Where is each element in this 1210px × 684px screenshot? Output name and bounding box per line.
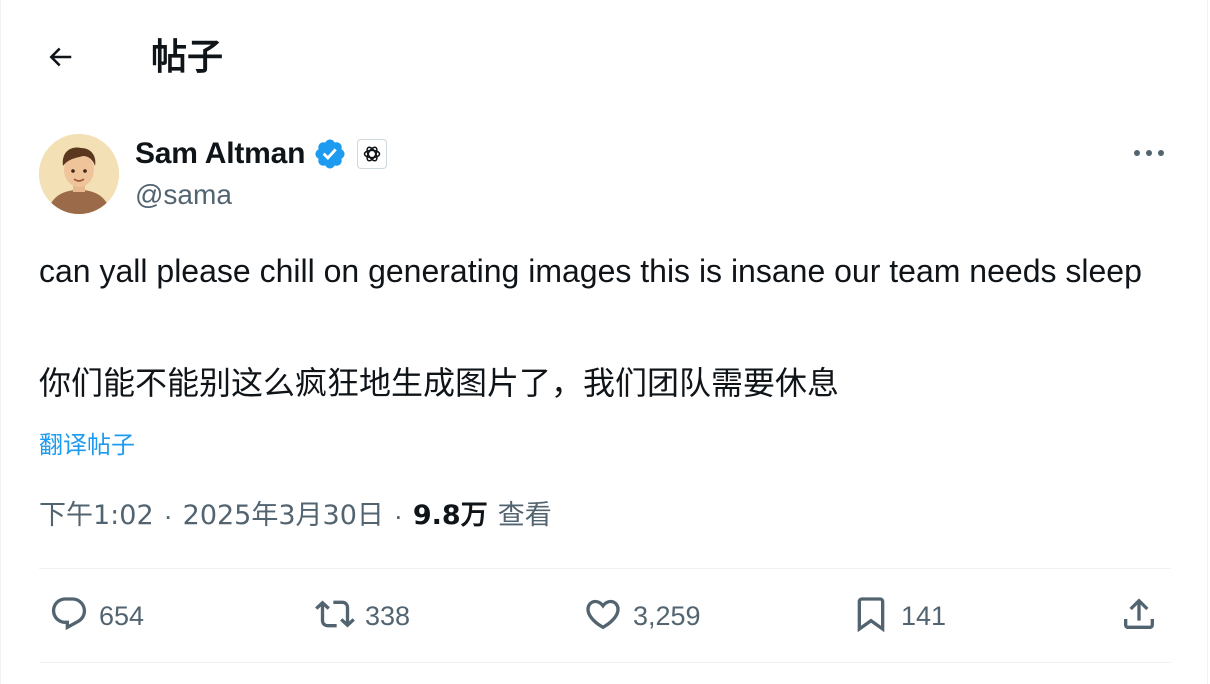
meta-separator: · (163, 501, 173, 531)
tweet-metadata: 下午1:02 · 2025年3月30日 · 9.8万 查看 (39, 496, 552, 536)
tweet-date[interactable]: 2025年3月30日 (183, 496, 384, 536)
retweet-count: 338 (365, 601, 411, 631)
retweet-button[interactable]: 338 (315, 594, 410, 638)
like-button[interactable]: 3,259 (583, 594, 701, 638)
reply-button[interactable]: 654 (49, 594, 144, 638)
bookmark-count: 141 (901, 601, 947, 631)
share-button[interactable] (1119, 594, 1159, 638)
more-options-button[interactable] (1129, 140, 1169, 168)
heart-icon (583, 594, 623, 639)
verified-badge-icon[interactable] (313, 137, 347, 171)
openai-logo-icon[interactable] (357, 139, 388, 169)
tweet-translation: 你们能不能别这么疯狂地生成图片了，我们团队需要休息 (39, 364, 840, 402)
translate-post-link[interactable]: 翻译帖子 (39, 428, 135, 462)
divider (39, 662, 1171, 663)
page-title: 帖子 (151, 37, 224, 78)
back-button[interactable] (39, 40, 81, 78)
bookmark-button[interactable]: 141 (851, 594, 946, 638)
tweet-time[interactable]: 下午1:02 (39, 496, 154, 536)
author-handle[interactable]: @sama (135, 178, 232, 212)
tweet-text: can yall please chill on generating imag… (39, 253, 1142, 289)
action-bar: 654 338 3,259 141 (39, 570, 1171, 662)
bookmark-icon (851, 594, 891, 639)
like-count: 3,259 (633, 601, 701, 631)
tweet-detail-page: 帖子 Sam Altman @sama can yall please chil… (0, 0, 1208, 684)
more-horizontal-icon (1132, 145, 1166, 163)
top-bar: 帖子 (1, 0, 1207, 118)
reply-icon (49, 594, 89, 639)
author-name-row: Sam Altman (135, 136, 388, 172)
meta-separator: · (393, 501, 403, 531)
retweet-icon (315, 594, 355, 639)
avatar[interactable] (39, 134, 119, 214)
reply-count: 654 (99, 601, 145, 631)
share-icon (1119, 594, 1159, 639)
divider (39, 568, 1171, 569)
views-label: 查看 (497, 500, 552, 531)
views-count[interactable]: 9.8万 (413, 496, 488, 536)
author-display-name[interactable]: Sam Altman (135, 136, 305, 172)
arrow-left-icon (43, 42, 77, 77)
